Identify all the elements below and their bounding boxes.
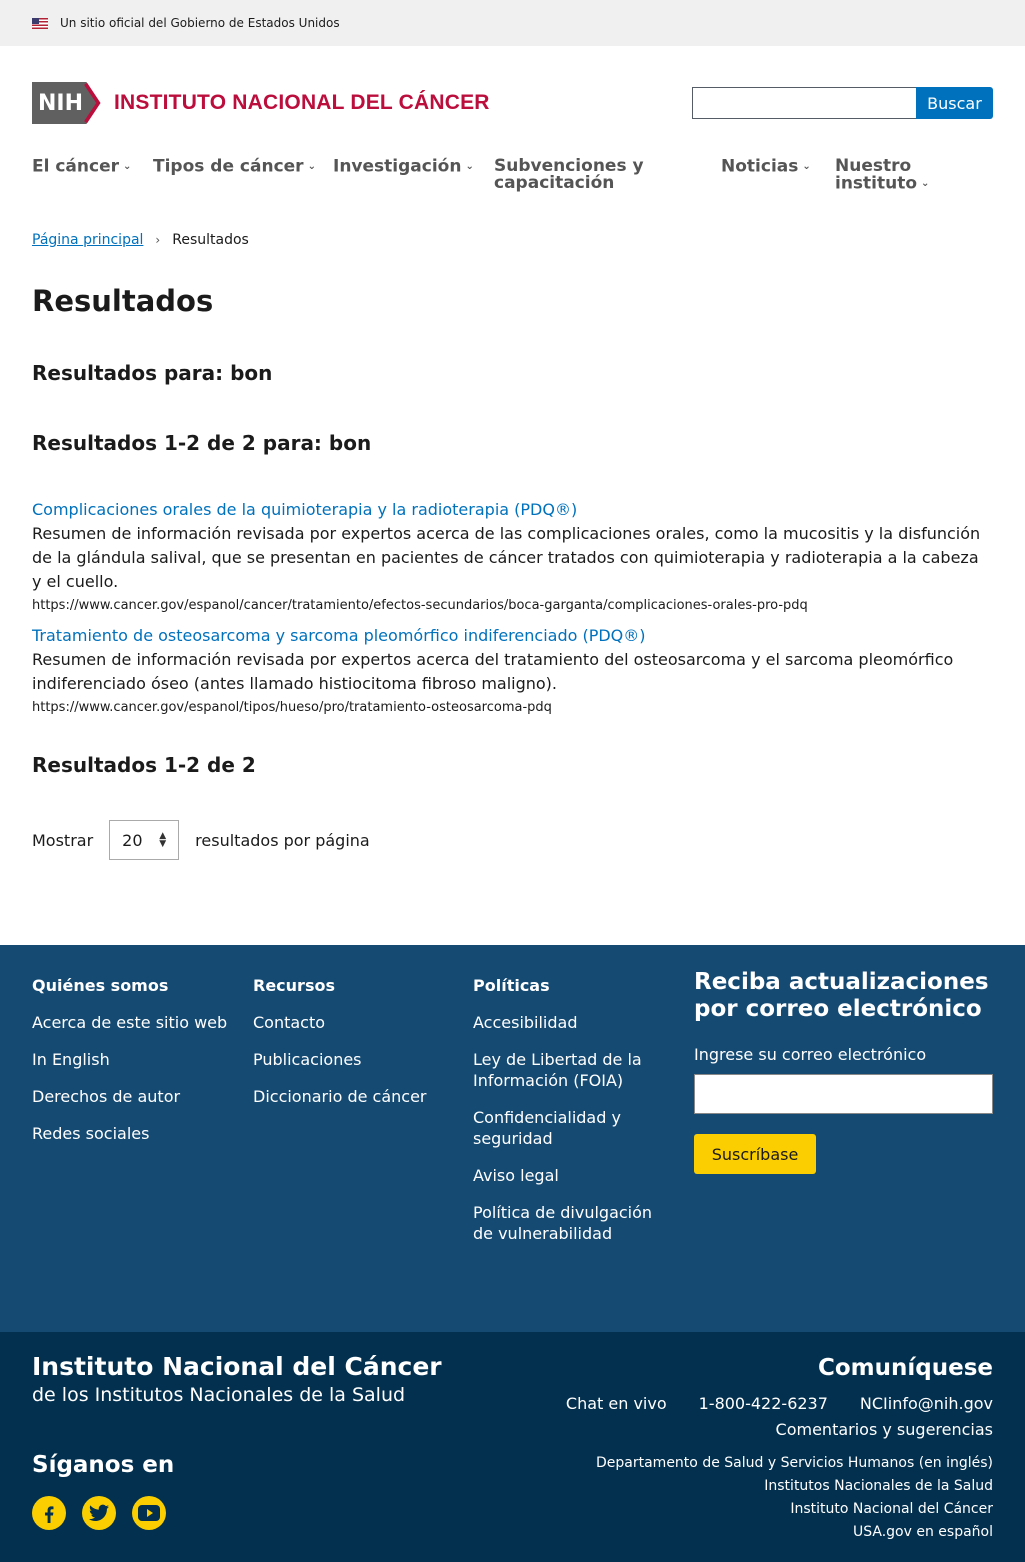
per-page-suffix: resultados por página (195, 830, 370, 850)
nav-item-el-cancer[interactable]: El cáncer ⌄ (32, 158, 131, 176)
nav-item-label: Noticias (721, 156, 799, 177)
youtube-icon[interactable] (132, 1496, 166, 1530)
footer-link[interactable]: Confidencialidad y seguridad (473, 1107, 623, 1149)
main-nav: El cáncer ⌄ Tipos de cáncer ⌄ Investigació… (32, 158, 993, 198)
nci-link[interactable]: Instituto Nacional del Cáncer (596, 1498, 993, 1521)
nav-item-label: El cáncer (32, 156, 120, 177)
subscribe-button[interactable]: Suscríbase (694, 1134, 816, 1174)
per-page-select[interactable]: 20 ▲ ▼ (109, 820, 180, 860)
chevron-down-icon: ⌄ (921, 178, 930, 189)
per-page-control: Mostrar 20 ▲ ▼ resultados por página (32, 820, 370, 860)
signup-title: Reciba actualizaciones por correo electr… (694, 969, 989, 1022)
footer-top: Quiénes somos Acerca de este sitio web I… (0, 945, 1025, 1332)
us-flag-icon (32, 17, 48, 29)
chevron-down-icon: ⌄ (465, 161, 474, 172)
feedback-link[interactable]: Comentarios y sugerencias (776, 1420, 993, 1439)
footer-link[interactable]: Ley de Libertad de la Información (FOIA) (473, 1049, 643, 1091)
result-url: https://www.cancer.gov/espanol/cancer/tr… (32, 598, 808, 613)
result-title-link[interactable]: Tratamiento de osteosarcoma y sarcoma pl… (32, 624, 993, 648)
per-page-label: Mostrar (32, 830, 94, 850)
site-title: INSTITUTO NACIONAL DEL CÁNCER (114, 91, 490, 114)
results-total-heading: Resultados 1-2 de 2 (32, 753, 256, 777)
results-range-heading: Resultados 1-2 de 2 para: bon (32, 431, 372, 455)
search-input[interactable] (692, 87, 916, 119)
result-item: Tratamiento de osteosarcoma y sarcoma pl… (32, 624, 993, 720)
usagov-link[interactable]: USA.gov en español (596, 1521, 993, 1544)
chevron-down-icon: ⌄ (802, 161, 811, 172)
nav-item-label: Investigación (333, 156, 462, 177)
search-form: Buscar (692, 87, 993, 119)
footer-link[interactable]: Derechos de autor (32, 1086, 180, 1107)
footer-link[interactable]: Contacto (253, 1012, 325, 1033)
footer-link[interactable]: Diccionario de cáncer (253, 1086, 426, 1107)
sort-arrows-icon: ▲ ▼ (159, 831, 167, 849)
footer-column-policies: Políticas Accesibilidad Ley de Libertad … (473, 976, 663, 1243)
chevron-right-icon: › (155, 233, 161, 247)
footer-link[interactable]: Redes sociales (32, 1123, 149, 1144)
footer-link[interactable]: Política de divulgación de vulnerabilida… (473, 1202, 658, 1244)
contact-links: Chat en vivo 1-800-422-6237 NCIinfo@nih.… (566, 1394, 993, 1413)
nav-item-nuestro-instituto[interactable]: Nuestro instituto ⌄ (835, 158, 993, 193)
live-chat-link[interactable]: Chat en vivo (566, 1394, 667, 1413)
search-button[interactable]: Buscar (916, 87, 993, 119)
footer-column-title: Quiénes somos (32, 976, 169, 995)
twitter-icon[interactable] (82, 1496, 116, 1530)
result-title-link[interactable]: Complicaciones orales de la quimioterapi… (32, 498, 993, 522)
nav-item-noticias[interactable]: Noticias ⌄ (721, 158, 811, 176)
footer-column-title: Recursos (253, 976, 335, 995)
nav-item-subvenciones[interactable]: Subvenciones y capacitación (494, 158, 644, 192)
result-description: Resumen de información revisada por expe… (32, 650, 954, 693)
result-url: https://www.cancer.gov/espanol/tipos/hue… (32, 700, 552, 715)
result-item: Complicaciones orales de la quimioterapi… (32, 498, 993, 618)
result-description: Resumen de información revisada por expe… (32, 524, 981, 591)
phone-link[interactable]: 1-800-422-6237 (699, 1394, 828, 1413)
footer-column-about: Quiénes somos Acerca de este sitio web I… (32, 976, 232, 1143)
footer-org-title: Instituto Nacional del Cáncer (32, 1352, 442, 1381)
nih-logo-text: NIH (38, 90, 84, 116)
breadcrumb-home-link[interactable]: Página principal (32, 232, 143, 248)
follow-us-heading: Síganos en (32, 1452, 175, 1478)
footer-link[interactable]: Aviso legal (473, 1165, 663, 1186)
email-field[interactable] (694, 1074, 993, 1114)
footer-column-title: Políticas (473, 976, 550, 995)
footer-link[interactable]: Accesibilidad (473, 1012, 663, 1033)
gov-banner: Un sitio oficial del Gobierno de Estados… (0, 0, 1025, 46)
facebook-icon[interactable] (32, 1496, 66, 1530)
footer-link[interactable]: In English (32, 1049, 110, 1070)
footer-bottom: Instituto Nacional del Cáncer de los Ins… (0, 1332, 1025, 1562)
per-page-value: 20 (122, 830, 143, 850)
nav-item-label-line2: capacitación (494, 173, 615, 193)
footer-org-subtitle: de los Institutos Nacionales de la Salud (32, 1384, 406, 1406)
footer-link[interactable]: Publicaciones (253, 1049, 362, 1070)
site-logo[interactable]: NIH INSTITUTO NACIONAL DEL CÁNCER (32, 82, 490, 124)
email-link[interactable]: NCIinfo@nih.gov (860, 1394, 993, 1413)
government-links: Departamento de Salud y Servicios Humano… (596, 1452, 993, 1544)
page-title: Resultados (32, 284, 214, 318)
signup-label: Ingrese su correo electrónico (694, 1045, 927, 1064)
gov-banner-text: Un sitio oficial del Gobierno de Estados… (60, 16, 340, 30)
nav-item-label: Nuestro instituto (835, 156, 918, 194)
breadcrumb: Página principal › Resultados (32, 232, 249, 248)
footer-column-resources: Recursos Contacto Publicaciones Dicciona… (253, 976, 453, 1106)
contact-heading: Comuníquese (817, 1355, 993, 1381)
nav-item-tipos-de-cancer[interactable]: Tipos de cáncer ⌄ (153, 158, 316, 176)
nih-link[interactable]: Institutos Nacionales de la Salud (596, 1475, 993, 1498)
hhs-link[interactable]: Departamento de Salud y Servicios Humano… (596, 1452, 993, 1475)
nav-item-investigacion[interactable]: Investigación ⌄ (333, 158, 474, 176)
chevron-down-icon: ⌄ (123, 161, 132, 172)
email-signup: Reciba actualizaciones por correo electr… (694, 969, 993, 1174)
breadcrumb-current: Resultados (172, 232, 249, 248)
chevron-down-icon: ⌄ (307, 161, 316, 172)
nav-item-label: Tipos de cáncer (153, 156, 304, 177)
footer-link[interactable]: Acerca de este sitio web (32, 1012, 227, 1033)
nih-chevron-icon (84, 82, 101, 124)
results-for-heading: Resultados para: bon (32, 361, 273, 385)
